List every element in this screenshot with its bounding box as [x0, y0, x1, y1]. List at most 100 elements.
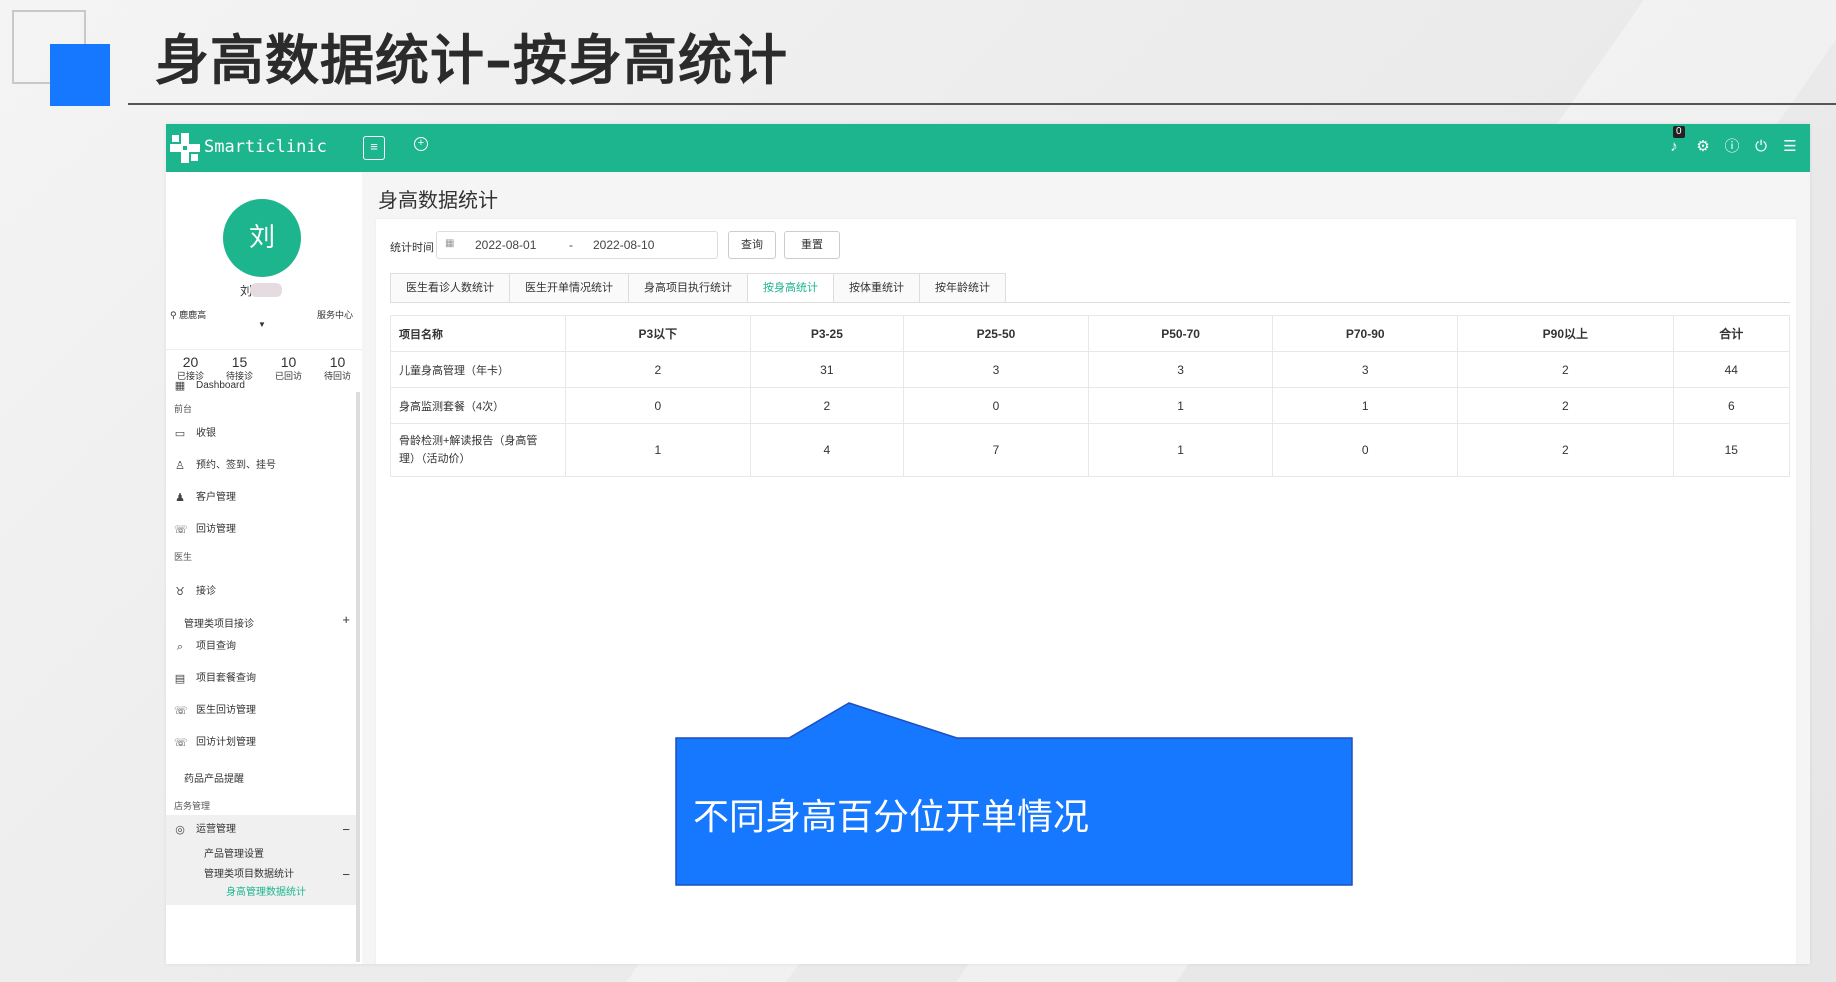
- calendar-icon: ▦: [445, 238, 455, 249]
- table-row: 身高监测套餐（4次） 0 2 0 1 1 2 6: [390, 387, 1791, 424]
- sidebar-item-package-query[interactable]: ▤ 项目套餐查询: [166, 668, 356, 690]
- table-cell: 3: [1272, 351, 1459, 388]
- column-header: P3以下: [565, 315, 751, 352]
- sidebar: 刘 刘 ⚲ 鹿鹿高 服务中心 ▼ 20 已接诊 15 待接诊 10 已回访 10 待回访…: [166, 172, 362, 964]
- table-cell: 1: [565, 423, 751, 477]
- tab-by-height[interactable]: 按身高统计: [747, 273, 833, 303]
- filter-label: 统计时间: [390, 242, 434, 254]
- sidebar-item-mgmt-consult[interactable]: 管理类项目接诊: [184, 615, 254, 630]
- end-date-input[interactable]: 2022-08-10: [593, 238, 654, 252]
- date-separator: -: [569, 238, 573, 252]
- menu-toggle-button[interactable]: ≡: [363, 136, 385, 160]
- table-cell: 1: [1087, 387, 1274, 424]
- date-range-picker[interactable]: ▦ 2022-08-01 - 2022-08-10: [436, 231, 718, 259]
- sidebar-item-followup-plan[interactable]: ☏ 回访计划管理: [166, 732, 356, 754]
- sidebar-item-drug-reminder[interactable]: 药品产品提醒: [184, 770, 244, 785]
- tab-underline: [390, 302, 1790, 303]
- sidebar-item-operations[interactable]: ◎ 运营管理 −: [166, 815, 356, 845]
- stethoscope-icon: ♉: [175, 586, 185, 598]
- sidebar-item-followup[interactable]: ☏ 回访管理: [166, 519, 356, 541]
- query-button[interactable]: 查询: [728, 231, 776, 259]
- slide-divider: [128, 103, 1836, 105]
- dashboard-icon: ▦: [174, 380, 186, 392]
- tab-by-age[interactable]: 按年龄统计: [919, 273, 1006, 303]
- table-cell: 3: [903, 351, 1089, 388]
- gear-icon[interactable]: ⚙: [1695, 138, 1711, 156]
- expand-icon[interactable]: +: [342, 612, 350, 627]
- sidebar-item-product-settings[interactable]: 产品管理设置: [166, 845, 356, 865]
- column-header: P90以上: [1457, 315, 1674, 352]
- sidebar-item-item-query[interactable]: ⌕ 项目查询: [166, 636, 356, 658]
- tab-doctor-orders[interactable]: 医生开单情况统计: [509, 273, 628, 303]
- table-cell: 6: [1672, 387, 1791, 424]
- collapse-icon[interactable]: −: [342, 815, 350, 845]
- user-name-redacted: [250, 283, 282, 297]
- table-cell: 0: [565, 387, 751, 424]
- logo-icon: [170, 133, 200, 163]
- search-icon: ⌕: [176, 641, 184, 653]
- sidebar-item-customer[interactable]: ♟ 客户管理: [166, 487, 356, 509]
- service-center-label: 服务中心: [317, 310, 354, 320]
- phone-icon: ☏: [174, 524, 188, 536]
- column-header: P25-50: [903, 315, 1089, 352]
- table-cell: 身高监测套餐（4次）: [390, 387, 566, 424]
- top-icons: ♪ 0 ⚙ ⓘ ⏻ ☰: [1666, 126, 1798, 156]
- sidebar-item-mgmt-stats[interactable]: 管理类项目数据统计 −: [166, 865, 356, 885]
- sidebar-scrollbar[interactable]: [356, 392, 360, 962]
- table-cell: 4: [749, 423, 905, 477]
- operations-icon: ◎: [175, 824, 185, 836]
- tab-by-weight[interactable]: 按体重统计: [833, 273, 919, 303]
- callout-box: 不同身高百分位开单情况: [675, 700, 1353, 922]
- stats-table: 项目名称 P3以下 P3-25 P25-50 P50-70 P70-90 P90…: [390, 315, 1791, 477]
- help-icon[interactable]: ⓘ: [1724, 138, 1740, 156]
- reset-button[interactable]: 重置: [784, 231, 840, 259]
- sidebar-item-doctor-followup[interactable]: ☏ 医生回访管理: [166, 700, 356, 722]
- sidebar-item-dashboard[interactable]: ▦ Dashboard: [166, 375, 356, 397]
- power-icon[interactable]: ⏻: [1753, 138, 1769, 156]
- bell-icon[interactable]: ♪ 0: [1666, 126, 1685, 156]
- table-row: 儿童身高管理（年卡） 2 31 3 3 3 2 44: [390, 351, 1791, 388]
- collapse-icon[interactable]: −: [342, 865, 350, 885]
- sidebar-item-consultation[interactable]: ♉ 接诊: [166, 581, 356, 603]
- tab-height-execution[interactable]: 身高项目执行统计: [628, 273, 747, 303]
- callout-text: 不同身高百分位开单情况: [693, 797, 1090, 838]
- slide-title: 身高数据统计–按身高统计: [155, 29, 788, 92]
- tab-doctor-visits[interactable]: 医生看诊人数统计: [390, 273, 509, 303]
- nav-section-store: 店务管理: [174, 801, 211, 811]
- nav-section-doctor: 医生: [174, 552, 193, 562]
- phone-icon: ☏: [174, 705, 188, 717]
- table-cell: 2: [1457, 423, 1674, 477]
- add-tab-button[interactable]: +: [414, 137, 428, 151]
- appointment-icon: ♙: [175, 460, 185, 472]
- slide-decoration-square: [50, 44, 110, 106]
- sidebar-item-height-stats[interactable]: 身高管理数据统计: [166, 885, 356, 905]
- table-cell: 44: [1672, 351, 1791, 388]
- table-cell: 儿童身高管理（年卡）: [390, 351, 566, 388]
- sidebar-item-appointment[interactable]: ♙ 预约、签到、挂号: [166, 455, 356, 477]
- table-cell: 1: [1272, 387, 1459, 424]
- start-date-input[interactable]: 2022-08-01: [475, 238, 536, 252]
- notification-badge: 0: [1673, 126, 1685, 138]
- table-header-row: 项目名称 P3以下 P3-25 P25-50 P50-70 P70-90 P90…: [390, 315, 1791, 352]
- tab-bar: 医生看诊人数统计 医生开单情况统计 身高项目执行统计 按身高统计 按体重统计 按…: [390, 273, 1006, 303]
- table-cell: 2: [1457, 387, 1674, 424]
- sidebar-item-cashier[interactable]: ▭ 收银: [166, 423, 356, 445]
- location-label: ⚲ 鹿鹿高: [170, 310, 207, 320]
- table-cell: 7: [903, 423, 1089, 477]
- table-cell: 2: [1457, 351, 1674, 388]
- cash-icon: ▭: [174, 428, 186, 440]
- list-icon[interactable]: ☰: [1782, 138, 1798, 156]
- phone-icon: ☏: [174, 737, 188, 749]
- table-row: 骨龄检测+解读报告（身高管理）（活动价） 1 4 7 1 0 2 15: [390, 423, 1791, 477]
- table-cell: 15: [1672, 423, 1791, 477]
- chevron-down-icon[interactable]: ▼: [258, 320, 266, 329]
- table-cell: 2: [565, 351, 751, 388]
- table-cell: 骨龄检测+解读报告（身高管理）（活动价）: [390, 423, 566, 477]
- avatar[interactable]: 刘: [223, 199, 301, 277]
- page-title: 身高数据统计: [378, 190, 498, 212]
- table-cell: 31: [749, 351, 905, 388]
- column-header: 合计: [1672, 315, 1791, 352]
- column-header: P70-90: [1272, 315, 1459, 352]
- package-icon: ▤: [174, 673, 186, 685]
- table-cell: 0: [903, 387, 1089, 424]
